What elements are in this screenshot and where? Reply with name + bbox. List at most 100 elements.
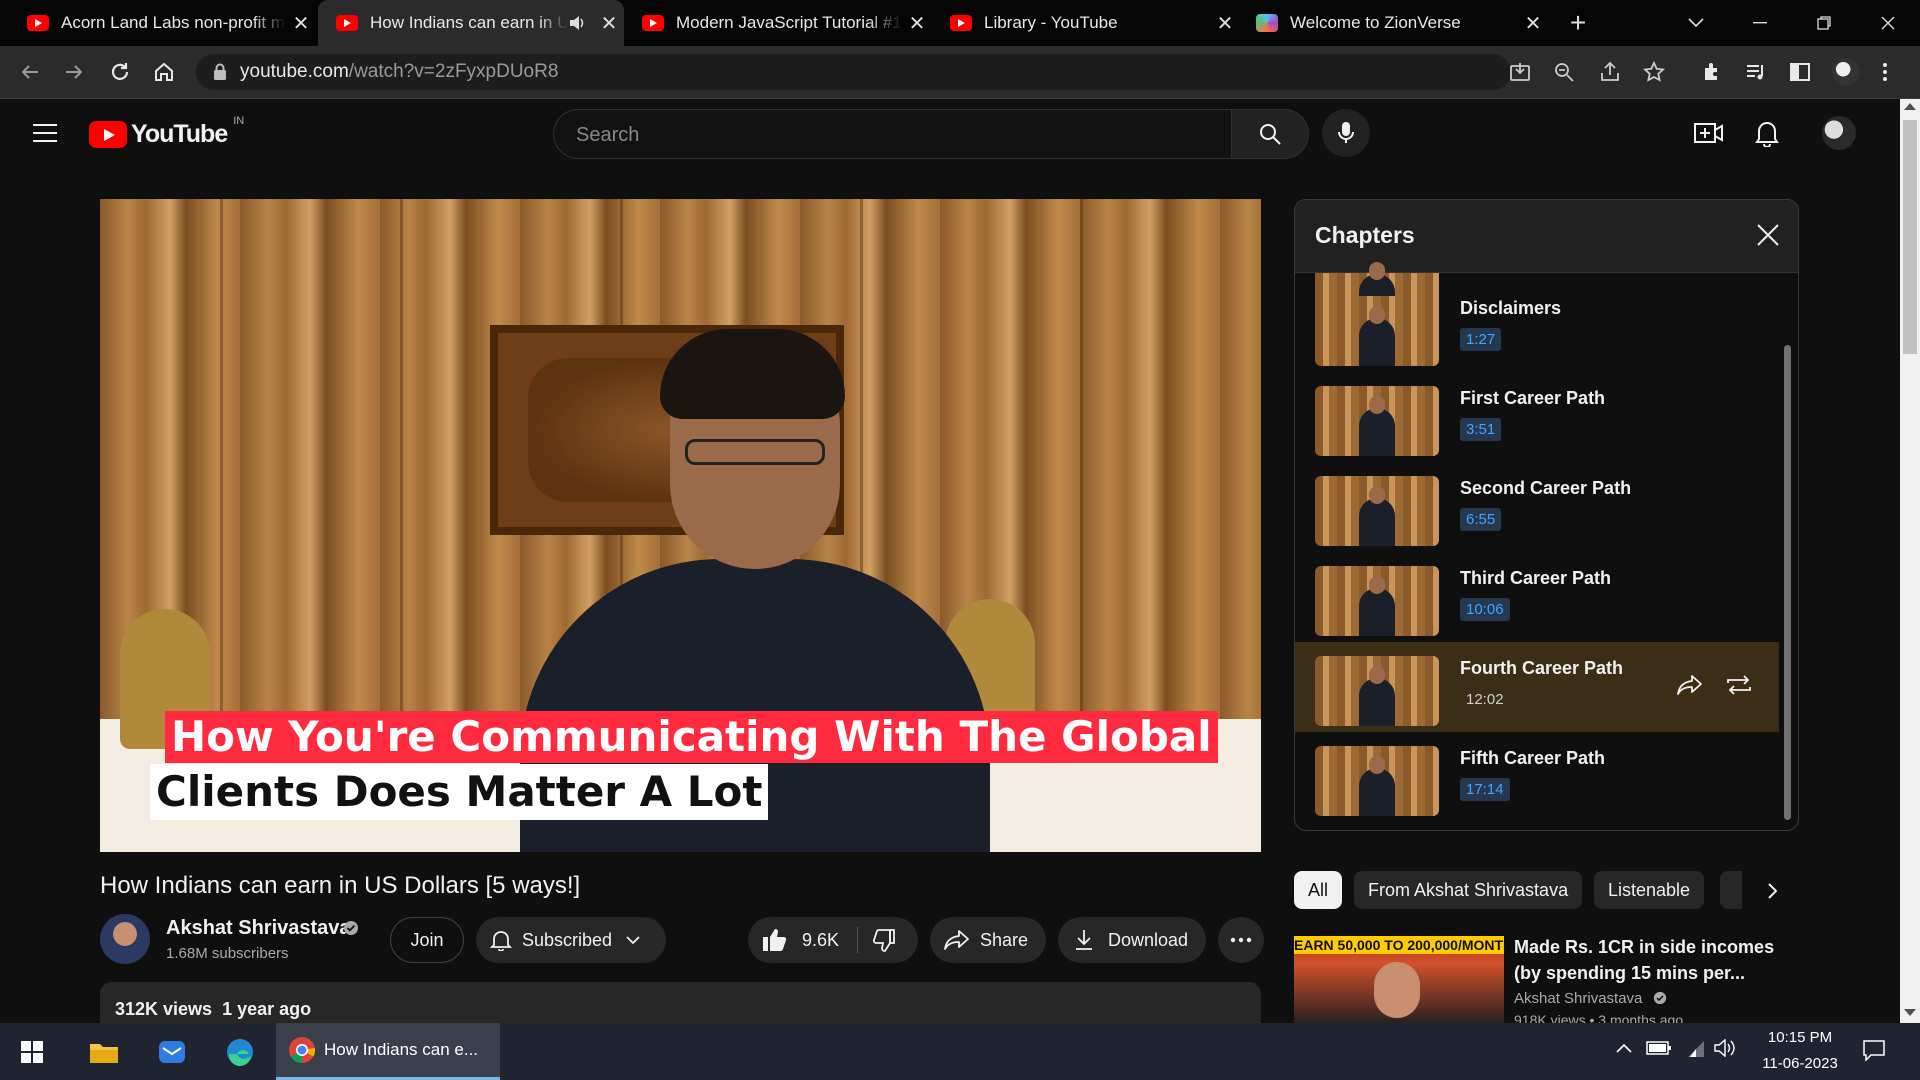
- browser-tab-active[interactable]: How Indians can earn in U ✕: [318, 0, 624, 46]
- chapter-timestamp[interactable]: 10:06: [1460, 598, 1510, 621]
- chapter-item[interactable]: Third Career Path 10:06: [1295, 552, 1779, 642]
- browser-tab[interactable]: Acorn Land Labs non-profit m ✕: [0, 0, 316, 46]
- chapter-timestamp[interactable]: 12:02: [1460, 688, 1510, 711]
- chapter-timestamp[interactable]: 3:51: [1460, 418, 1502, 441]
- chapter-item[interactable]: Second Career Path 6:55: [1295, 462, 1779, 552]
- chapter-timestamp[interactable]: 17:14: [1460, 778, 1510, 801]
- battery-icon[interactable]: [1646, 1040, 1672, 1056]
- install-app-icon[interactable]: [1508, 60, 1532, 84]
- chapter-timestamp[interactable]: 6:55: [1460, 508, 1502, 531]
- account-avatar[interactable]: [1822, 116, 1856, 150]
- browser-tab[interactable]: Welcome to ZionVerse ✕: [1242, 0, 1548, 46]
- notification-center-icon[interactable]: [1862, 1039, 1886, 1061]
- chip-listenable[interactable]: Listenable: [1594, 871, 1705, 909]
- forward-icon[interactable]: [62, 60, 86, 84]
- chip-all[interactable]: All: [1294, 871, 1342, 909]
- zionverse-favicon-icon: [1256, 14, 1278, 32]
- like-button[interactable]: 9.6K: [748, 917, 839, 963]
- bookmark-star-icon[interactable]: [1642, 60, 1666, 84]
- download-button[interactable]: Download: [1058, 917, 1206, 963]
- youtube-logo[interactable]: YouTube IN: [89, 115, 244, 149]
- verified-badge-icon: [1653, 991, 1666, 1005]
- windows-start-icon[interactable]: [0, 1023, 64, 1080]
- show-hidden-icons-chevron-icon[interactable]: [1616, 1043, 1632, 1053]
- tab-title: Welcome to ZionVerse: [1290, 13, 1461, 32]
- presenter-glasses: [685, 439, 825, 465]
- youtube-favicon-icon: [27, 15, 49, 31]
- media-control-icon[interactable]: [1744, 60, 1768, 84]
- scroll-down-arrow-icon[interactable]: [1904, 1009, 1916, 1016]
- page-scrollbar-thumb[interactable]: [1903, 120, 1917, 354]
- search-input[interactable]: [574, 123, 1178, 148]
- zoom-icon[interactable]: [1552, 60, 1576, 84]
- back-icon[interactable]: [18, 60, 42, 84]
- hamburger-menu-icon[interactable]: [33, 123, 57, 143]
- chapter-item-active[interactable]: Fourth Career Path 12:02: [1295, 642, 1779, 732]
- video-player[interactable]: How You're Communicating With The Global…: [100, 199, 1261, 852]
- address-bar[interactable]: youtube.com/watch?v=2zFyxpDUoR8: [196, 54, 1511, 90]
- search-box[interactable]: [553, 109, 1232, 159]
- close-window-icon[interactable]: [1856, 0, 1920, 46]
- restore-icon[interactable]: [1792, 0, 1856, 46]
- chip-partial[interactable]: [1720, 871, 1742, 909]
- home-icon[interactable]: [152, 60, 176, 84]
- side-panel-icon[interactable]: [1788, 60, 1812, 84]
- chapter-item[interactable]: Fifth Career Path 17:14: [1295, 732, 1779, 822]
- join-button[interactable]: Join: [390, 917, 464, 963]
- video-title: How Indians can earn in US Dollars [5 wa…: [100, 872, 581, 899]
- profile-avatar[interactable]: [1832, 58, 1860, 86]
- chip-from-channel[interactable]: From Akshat Shrivastava: [1354, 871, 1583, 909]
- chapter-timestamp[interactable]: 1:27: [1460, 328, 1502, 351]
- thumbs-up-icon: [763, 929, 787, 951]
- chapter-item[interactable]: First Career Path 3:51: [1295, 372, 1779, 462]
- close-tab-icon[interactable]: ✕: [594, 11, 624, 36]
- volume-icon[interactable]: [1714, 1039, 1736, 1057]
- close-icon[interactable]: [1755, 222, 1781, 248]
- taskbar-chrome-window[interactable]: How Indians can e...: [276, 1023, 500, 1080]
- browser-tab[interactable]: Modern JavaScript Tutorial #1 ✕: [626, 0, 932, 46]
- tab-search-chevron-icon[interactable]: [1664, 0, 1728, 46]
- chapter-thumbnail: [1315, 296, 1439, 366]
- reload-icon[interactable]: [108, 60, 132, 84]
- more-actions-button[interactable]: [1218, 917, 1264, 963]
- channel-name[interactable]: Akshat Shrivastava: [166, 917, 351, 940]
- scroll-up-arrow-icon[interactable]: [1904, 103, 1916, 110]
- chips-next-button[interactable]: [1752, 872, 1792, 910]
- loop-chapter-icon[interactable]: [1725, 674, 1753, 696]
- new-tab-icon[interactable]: +: [1546, 0, 1610, 46]
- file-explorer-icon[interactable]: [72, 1023, 136, 1080]
- speaker-icon[interactable]: [568, 15, 594, 31]
- minimize-icon[interactable]: [1728, 0, 1792, 46]
- views-and-age: 312K views 1 year ago: [115, 999, 311, 1020]
- mail-app-icon[interactable]: [140, 1023, 204, 1080]
- close-tab-icon[interactable]: ✕: [1210, 11, 1240, 36]
- share-chapter-icon[interactable]: [1677, 674, 1703, 696]
- create-video-icon[interactable]: [1694, 121, 1724, 145]
- close-tab-icon[interactable]: ✕: [902, 11, 932, 36]
- taskbar-clock-time[interactable]: 10:15 PM: [1760, 1029, 1840, 1046]
- chapters-scrollbar[interactable]: [1784, 345, 1791, 820]
- recommended-thumbnail[interactable]: EARN 50,000 TO 200,000/MONTH!: [1294, 936, 1504, 1026]
- lock-icon[interactable]: [213, 63, 227, 81]
- chapter-item[interactable]: Disclaimers 1:27: [1295, 282, 1779, 372]
- voice-search-button[interactable]: [1322, 109, 1370, 157]
- share-button[interactable]: Share: [930, 917, 1046, 963]
- browser-tab[interactable]: Library - YouTube ✕: [934, 0, 1240, 46]
- close-tab-icon[interactable]: ✕: [286, 11, 316, 36]
- extensions-puzzle-icon[interactable]: [1700, 60, 1724, 84]
- chapter-thumbnail: [1315, 566, 1439, 636]
- taskbar-clock-date[interactable]: 11-06-2023: [1752, 1055, 1848, 1072]
- notifications-bell-icon[interactable]: [1754, 119, 1780, 147]
- dislike-button[interactable]: [858, 917, 896, 963]
- search-button[interactable]: [1231, 109, 1309, 159]
- channel-avatar[interactable]: [100, 914, 150, 964]
- close-tab-icon[interactable]: ✕: [1518, 11, 1548, 36]
- browser-menu-icon[interactable]: [1880, 60, 1890, 84]
- recommended-title[interactable]: Made Rs. 1CR in side incomes (by spendin…: [1514, 934, 1784, 986]
- wifi-icon[interactable]: [1684, 1039, 1706, 1057]
- recommended-channel[interactable]: Akshat Shrivastava: [1514, 990, 1667, 1007]
- chapter-thumbnail: [1315, 746, 1439, 816]
- edge-browser-icon[interactable]: [208, 1023, 272, 1080]
- share-page-icon[interactable]: [1598, 60, 1622, 84]
- subscribed-button[interactable]: Subscribed: [476, 917, 666, 963]
